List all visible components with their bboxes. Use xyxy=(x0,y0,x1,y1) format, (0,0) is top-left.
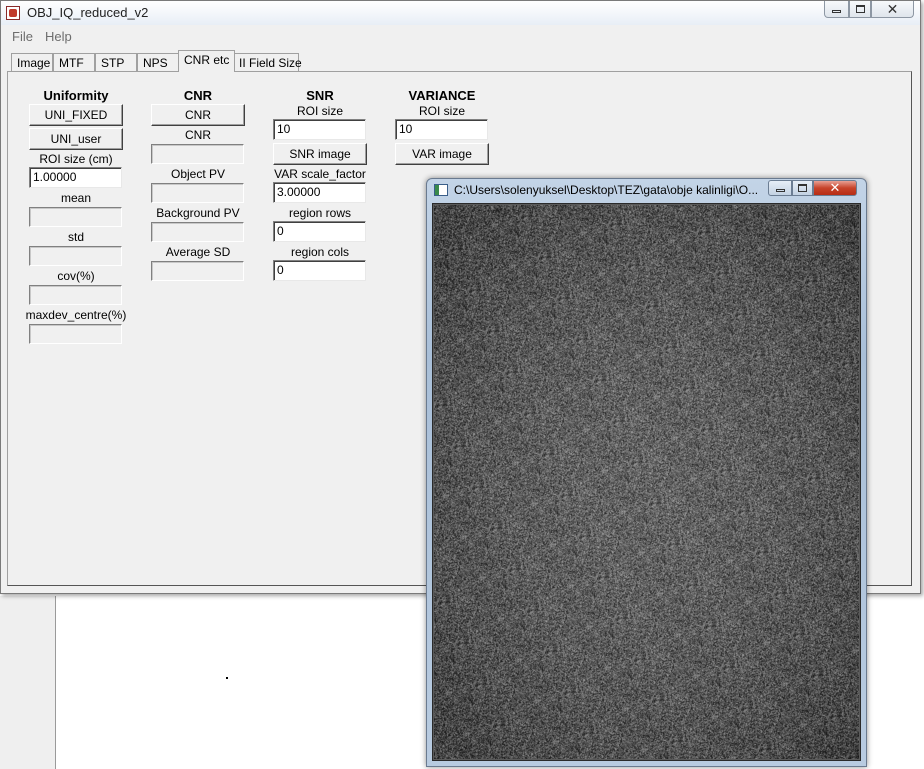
background-dot xyxy=(226,677,228,679)
snr-roi-size-input[interactable]: 10 xyxy=(273,119,366,140)
variance-heading: VARIANCE xyxy=(408,88,476,103)
cnr-button[interactable]: CNR xyxy=(151,104,245,126)
variance-roi-size-input[interactable]: 10 xyxy=(395,119,488,140)
roi-size-cm-input[interactable]: 1.00000 xyxy=(29,167,122,188)
tab-nps[interactable]: NPS xyxy=(137,53,179,72)
minimize-button[interactable] xyxy=(824,1,849,18)
cnr-label: CNR xyxy=(185,128,211,142)
title-bar[interactable]: OBJ_IQ_reduced_v2 ✕ xyxy=(1,1,920,25)
region-cols-label: region cols xyxy=(290,245,350,259)
app-icon[interactable] xyxy=(6,6,20,20)
background-window-edge xyxy=(0,596,56,769)
image-window: C:\Users\solenyuksel\Desktop\TEZ\gata\ob… xyxy=(426,178,867,767)
cnr-heading: CNR xyxy=(183,88,213,103)
average-sd-output xyxy=(151,261,244,281)
tab-mtf[interactable]: MTF xyxy=(53,53,95,72)
image-minimize-button[interactable] xyxy=(768,180,792,196)
maximize-icon xyxy=(855,5,865,13)
close-icon: ✕ xyxy=(829,180,841,195)
std-label: std xyxy=(67,230,84,244)
figure-icon[interactable] xyxy=(434,184,448,196)
object-pv-label: Object PV xyxy=(170,167,226,181)
object-pv-output xyxy=(151,183,244,203)
tab-ii-field-size[interactable]: II Field Size xyxy=(233,53,302,72)
image-display-area xyxy=(432,203,861,761)
close-icon: ✕ xyxy=(886,0,899,17)
maximize-button[interactable] xyxy=(849,1,871,18)
minimize-icon xyxy=(832,10,841,13)
menu-file[interactable]: File xyxy=(12,29,33,44)
minimize-icon xyxy=(775,189,785,192)
snr-roi-size-label: ROI size xyxy=(296,104,343,118)
mean-output xyxy=(29,207,122,227)
background-strip xyxy=(866,596,924,769)
menu-help[interactable]: Help xyxy=(45,29,72,44)
background-pv-output xyxy=(151,222,244,242)
mean-label: mean xyxy=(60,191,92,205)
window-title: OBJ_IQ_reduced_v2 xyxy=(27,5,149,20)
uni-fixed-button[interactable]: UNI_FIXED xyxy=(29,104,123,126)
snr-image-button[interactable]: SNR image xyxy=(273,143,367,165)
var-scale-factor-input[interactable]: 3.00000 xyxy=(273,182,366,203)
background-pv-label: Background PV xyxy=(156,206,240,220)
snr-heading: SNR xyxy=(306,88,334,103)
maximize-icon xyxy=(798,184,807,192)
image-close-button[interactable]: ✕ xyxy=(813,180,857,196)
image-window-title: C:\Users\solenyuksel\Desktop\TEZ\gata\ob… xyxy=(454,183,759,197)
uni-user-button[interactable]: UNI_user xyxy=(29,128,123,150)
variance-roi-size-label: ROI size xyxy=(418,104,465,118)
cov-label: cov(%) xyxy=(57,269,95,283)
tab-image[interactable]: Image xyxy=(11,53,53,72)
var-scale-factor-label: VAR scale_factor xyxy=(274,167,366,181)
close-button[interactable]: ✕ xyxy=(871,1,914,18)
tab-cnr-etc[interactable]: CNR etc xyxy=(178,50,235,72)
tab-stp[interactable]: STP xyxy=(95,53,137,72)
maxdev-label: maxdev_centre(%) xyxy=(25,308,127,322)
noise-image xyxy=(434,205,859,759)
region-rows-label: region rows xyxy=(288,206,352,220)
region-rows-input[interactable]: 0 xyxy=(273,221,366,242)
var-image-button[interactable]: VAR image xyxy=(395,143,489,165)
image-maximize-button[interactable] xyxy=(792,180,813,196)
region-cols-input[interactable]: 0 xyxy=(273,260,366,281)
uniformity-heading: Uniformity xyxy=(43,88,109,103)
std-output xyxy=(29,246,122,266)
maxdev-output xyxy=(29,324,122,344)
cnr-output xyxy=(151,144,244,164)
background-window-panel xyxy=(56,596,428,769)
cov-output xyxy=(29,285,122,305)
average-sd-label: Average SD xyxy=(165,245,231,259)
menu-bar: File Help xyxy=(1,27,920,47)
roi-size-cm-label: ROI size (cm) xyxy=(39,152,113,166)
